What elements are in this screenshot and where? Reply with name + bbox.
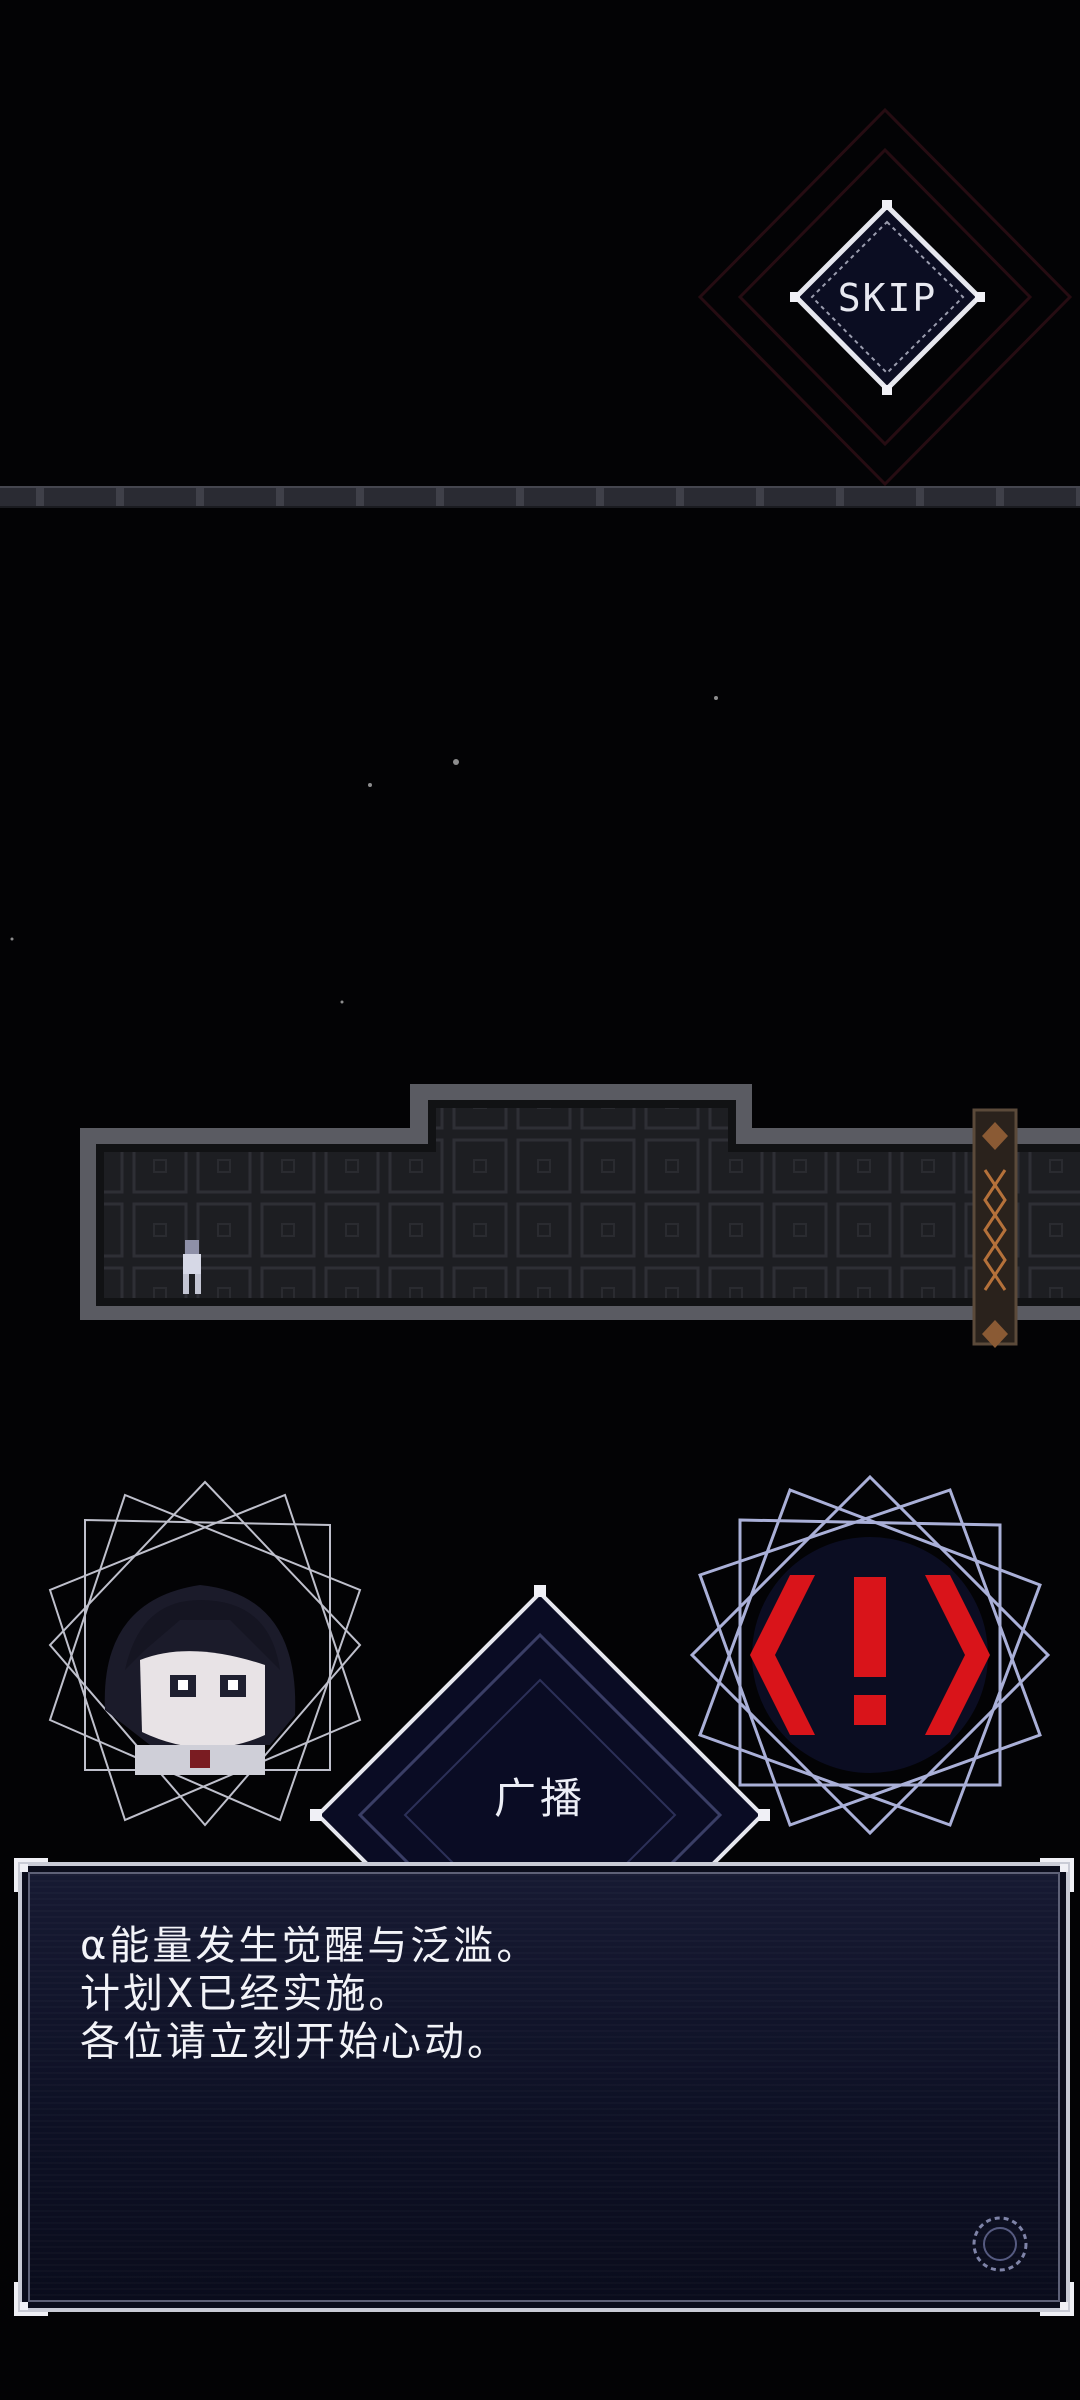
dialog-line: α能量发生觉醒与泛滥。: [80, 1923, 540, 1969]
dialog-text: α能量发生觉醒与泛滥。 计划X已经实施。 各位请立刻开始心动。: [80, 1922, 1000, 2066]
dialog-box[interactable]: α能量发生觉醒与泛滥。 计划X已经实施。 各位请立刻开始心动。: [14, 1858, 1074, 2316]
skip-label: SKIP: [837, 275, 938, 320]
corner-ornament: [1040, 1858, 1074, 1892]
character-portrait: [104, 1585, 296, 1775]
dialog-line: 计划X已经实施。: [80, 1971, 412, 2017]
dialog-line: 各位请立刻开始心动。: [80, 2019, 510, 2065]
game-screen[interactable]: SKIP 广播 α能量发生觉醒与泛滥。 计划X已经实施。 各位请立刻开始心动。: [0, 0, 1080, 2400]
advance-indicator-icon[interactable]: [964, 2208, 1036, 2280]
corridor-map: [0, 1070, 1080, 1350]
corner-ornament: [14, 2282, 48, 2316]
top-frame-bar: [0, 486, 1080, 508]
skip-button[interactable]: SKIP: [790, 200, 985, 395]
speaker-name: 广播: [493, 1773, 586, 1823]
corner-ornament: [1040, 2282, 1074, 2316]
corner-ornament: [14, 1858, 48, 1892]
player-sprite[interactable]: [176, 1238, 206, 1298]
corridor-tiles: [80, 1084, 1080, 1348]
